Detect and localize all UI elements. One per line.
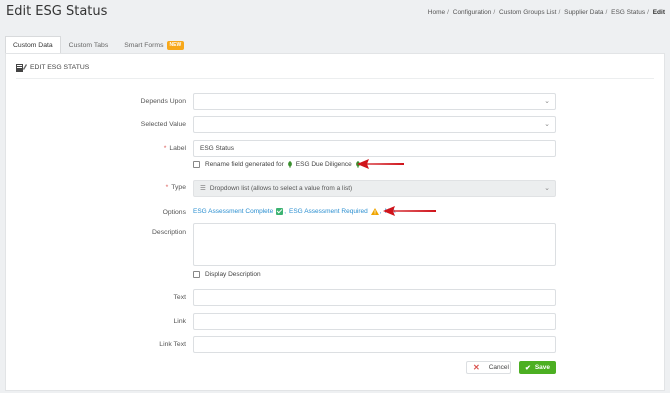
type-select[interactable]: ☰ Dropdown list (allows to select a value… <box>193 180 556 197</box>
breadcrumb: Home / Configuration / Custom Groups List /… <box>428 9 665 16</box>
close-icon: ✕ <box>473 362 480 372</box>
selected-value-label: Selected Value <box>96 121 186 128</box>
top-bar: Edit ESG Status Home / Configuration / Cus… <box>0 0 670 28</box>
page-title: Edit ESG Status <box>6 4 108 19</box>
breadcrumb-current: Edit <box>652 9 665 16</box>
leaf-icon <box>287 161 292 168</box>
label-field-label-text: Label <box>169 145 186 152</box>
cancel-button[interactable]: ✕ Cancel <box>466 361 511 374</box>
list-icon: ☰ <box>200 185 206 192</box>
breadcrumb-home[interactable]: Home <box>428 9 445 16</box>
type-field-label: * Type <box>96 184 186 191</box>
tab-smart-forms[interactable]: Smart Forms NEW <box>116 36 192 53</box>
text-field-label-text: Text <box>173 294 186 301</box>
tab-custom-data[interactable]: Custom Data <box>5 36 61 53</box>
label-field-label: * Label <box>96 145 186 152</box>
save-button[interactable]: ✔ Save <box>519 361 556 374</box>
description-label-text: Description <box>152 229 186 236</box>
panel-header: EDIT ESG STATUS <box>16 63 89 72</box>
chevron-down-icon: ⌄ <box>544 98 550 105</box>
type-field-label-text: Type <box>171 184 186 191</box>
options-list: ESG Assessment Complete , ESG Assessment… <box>193 208 395 215</box>
required-marker: * <box>163 145 167 152</box>
divider <box>16 78 654 79</box>
annotation-arrow <box>357 159 404 169</box>
depends-upon-label-text: Depends Upon <box>140 98 186 105</box>
link-text-input[interactable] <box>193 336 556 353</box>
tab-label: Custom Data <box>13 42 53 49</box>
link-input[interactable] <box>193 313 556 330</box>
breadcrumb-esg-status[interactable]: ESG Status <box>611 9 645 16</box>
rename-field-row: Rename field generated for ESG Due Dilig… <box>193 161 364 168</box>
edit-form-icon <box>16 64 27 72</box>
breadcrumb-separator: / <box>558 9 561 16</box>
rename-field-checkbox[interactable] <box>193 161 200 168</box>
required-marker: * <box>165 184 169 191</box>
breadcrumb-configuration[interactable]: Configuration <box>453 9 492 16</box>
display-description-text: Display Description <box>205 271 261 278</box>
description-label: Description <box>96 229 186 236</box>
tab-custom-tabs[interactable]: Custom Tabs <box>61 36 117 53</box>
label-input[interactable]: ESG Status <box>193 140 556 157</box>
selected-value-label-text: Selected Value <box>140 121 186 128</box>
link-text-field-label: Link Text <box>96 341 186 348</box>
selected-value-select[interactable]: ⌄ <box>193 116 556 133</box>
check-square-icon <box>276 208 284 215</box>
options-label-text: Options <box>162 209 186 216</box>
text-input[interactable] <box>193 289 556 306</box>
option-separator: , <box>284 208 287 215</box>
cancel-button-label: Cancel <box>488 364 509 371</box>
depends-upon-label: Depends Upon <box>96 98 186 105</box>
breadcrumb-separator: / <box>447 9 449 16</box>
check-icon: ✔ <box>524 364 531 372</box>
breadcrumb-supplier-data[interactable]: Supplier Data <box>564 9 603 16</box>
rename-field-entity: ESG Due Diligence <box>295 161 352 168</box>
panel-title: EDIT ESG STATUS <box>30 64 90 71</box>
breadcrumb-separator: / <box>647 9 649 16</box>
breadcrumb-separator: / <box>493 9 496 16</box>
chevron-down-icon: ⌄ <box>544 185 550 192</box>
tab-bar: Custom Data Custom Tabs Smart Forms NEW <box>5 36 192 53</box>
rename-field-text: Rename field generated for <box>205 161 284 168</box>
display-description-row: Display Description <box>193 271 261 278</box>
link-field-label: Link <box>96 318 186 325</box>
label-input-value: ESG Status <box>200 145 234 152</box>
annotation-arrow <box>383 206 436 216</box>
save-button-label: Save <box>534 364 551 371</box>
chevron-down-icon: ⌄ <box>544 121 550 128</box>
depends-upon-select[interactable]: ⌄ <box>193 93 556 110</box>
link-text-field-label-text: Link Text <box>159 341 186 348</box>
type-value: Dropdown list (allows to select a value … <box>209 185 353 192</box>
display-description-checkbox[interactable] <box>193 271 200 278</box>
option-esg-assessment-required[interactable]: ESG Assessment Required <box>289 208 368 215</box>
option-esg-assessment-complete[interactable]: ESG Assessment Complete <box>193 208 273 215</box>
breadcrumb-custom-groups-list[interactable]: Custom Groups List <box>499 9 556 16</box>
link-field-label-text: Link <box>173 318 186 325</box>
warning-icon <box>370 208 379 215</box>
breadcrumb-separator: / <box>605 9 608 16</box>
tab-label: Smart Forms <box>124 42 164 49</box>
description-textarea[interactable] <box>193 223 556 266</box>
edit-panel: EDIT ESG STATUS Depends Upon ⌄ Selected … <box>5 53 665 391</box>
new-badge: NEW <box>166 41 185 50</box>
options-label: Options <box>96 209 186 216</box>
tab-label: Custom Tabs <box>68 42 109 49</box>
text-field-label: Text <box>96 294 186 301</box>
option-separator: , <box>379 208 382 215</box>
